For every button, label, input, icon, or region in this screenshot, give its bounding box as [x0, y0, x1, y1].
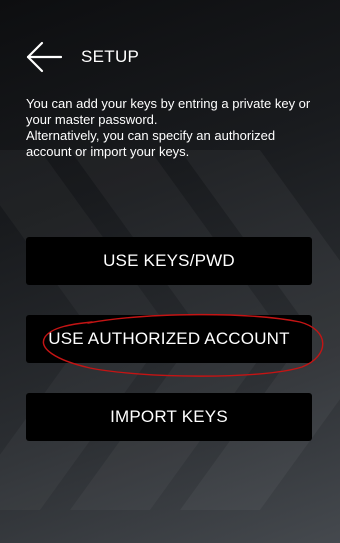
setup-description: You can add your keys by entring a priva… [26, 96, 322, 160]
header: SETUP [26, 40, 139, 74]
import-keys-button[interactable]: IMPORT KEYS [26, 393, 312, 441]
page-title: SETUP [81, 47, 140, 66]
use-keys-button[interactable]: USE KEYS/PWD [26, 237, 312, 285]
back-button[interactable] [26, 40, 62, 74]
import-keys-label: IMPORT KEYS [110, 407, 228, 426]
description-line-1: You can add your keys by entring a priva… [26, 96, 311, 127]
description-line-2: Alternatively, you can specify an author… [26, 128, 276, 159]
arrow-left-icon [26, 41, 62, 73]
use-authorized-account-button[interactable]: USE AUTHORIZED ACCOUNT [26, 315, 312, 363]
setup-screen: SETUP You can add your keys by entring a… [0, 0, 340, 543]
use-authorized-account-label: USE AUTHORIZED ACCOUNT [48, 329, 290, 348]
use-keys-label: USE KEYS/PWD [103, 251, 235, 270]
